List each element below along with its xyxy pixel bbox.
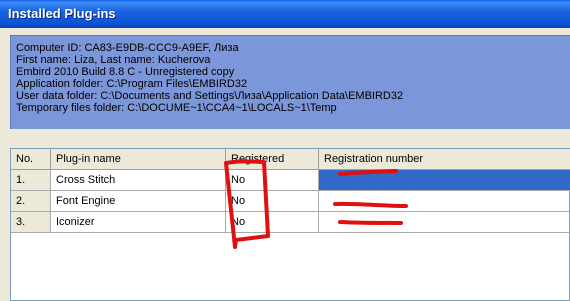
row-number: 1. xyxy=(11,170,51,191)
registered-value[interactable]: No xyxy=(226,212,319,233)
registered-value[interactable]: No xyxy=(226,170,319,191)
grid-header-row: No. Plug-in name Registered Registration… xyxy=(11,149,570,170)
plugins-grid[interactable]: No. Plug-in name Registered Registration… xyxy=(10,148,570,301)
user-name-line: First name: Liza, Last name: Kucherova xyxy=(16,54,211,66)
table-row[interactable]: 3. Iconizer No xyxy=(11,212,570,233)
header-plugin-name[interactable]: Plug-in name xyxy=(51,149,226,170)
info-lines: Computer ID: CA83-E9DB-CCC9-A9EF, Лиза F… xyxy=(16,42,403,114)
header-registration-number[interactable]: Registration number xyxy=(319,149,570,170)
plugin-name[interactable]: Cross Stitch xyxy=(51,170,226,191)
title-bar: Installed Plug-ins xyxy=(0,0,570,28)
registration-number-input[interactable] xyxy=(319,212,570,233)
computer-id-line: Computer ID: CA83-E9DB-CCC9-A9EF, Лиза xyxy=(16,42,239,54)
temp-folder-line: Temporary files folder: C:\DOCUME~1\CCA4… xyxy=(16,102,337,114)
registration-number-input[interactable] xyxy=(319,191,570,212)
row-number: 2. xyxy=(11,191,51,212)
info-panel: Computer ID: CA83-E9DB-CCC9-A9EF, Лиза F… xyxy=(10,35,570,129)
user-data-folder-line: User data folder: C:\Documents and Setti… xyxy=(16,90,404,102)
header-no[interactable]: No. xyxy=(11,149,51,170)
registration-number-input[interactable] xyxy=(319,170,570,191)
row-number: 3. xyxy=(11,212,51,233)
plugin-name[interactable]: Iconizer xyxy=(51,212,226,233)
table-row[interactable]: 1. Cross Stitch No xyxy=(11,170,570,191)
version-line: Embird 2010 Build 8.8 C - Unregistered c… xyxy=(16,66,235,78)
header-registered[interactable]: Registered xyxy=(226,149,319,170)
registered-value[interactable]: No xyxy=(226,191,319,212)
plugin-name[interactable]: Font Engine xyxy=(51,191,226,212)
app-folder-line: Application folder: C:\Program Files\EMB… xyxy=(16,78,248,90)
window-title: Installed Plug-ins xyxy=(8,6,116,21)
table-row[interactable]: 2. Font Engine No xyxy=(11,191,570,212)
